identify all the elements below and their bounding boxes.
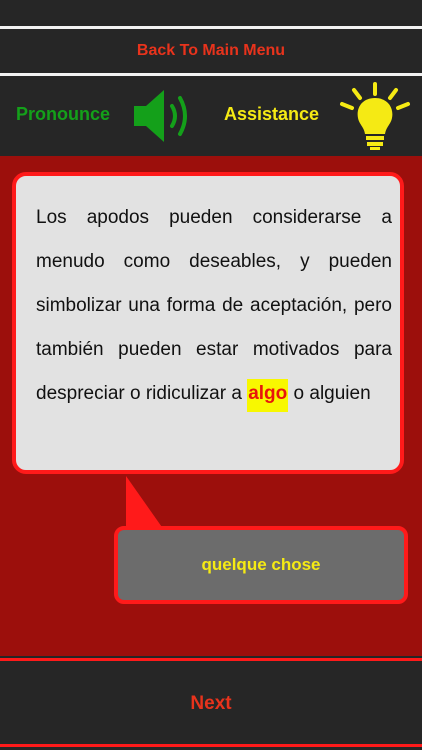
top-bar bbox=[0, 0, 422, 26]
lightbulb-icon[interactable] bbox=[338, 82, 412, 152]
translation-box: quelque chose bbox=[114, 526, 408, 604]
speaker-icon[interactable] bbox=[130, 84, 194, 148]
sentence-text: Los apodos pueden considerarse a menudo … bbox=[36, 196, 392, 416]
sentence-before: Los apodos pueden considerarse a menudo … bbox=[36, 207, 392, 404]
speech-tail bbox=[124, 476, 164, 530]
next-button[interactable]: Next bbox=[0, 664, 422, 744]
divider-next-top bbox=[0, 658, 422, 661]
pronounce-button[interactable]: Pronounce bbox=[16, 104, 110, 125]
divider-next-bottom bbox=[0, 744, 422, 747]
sentence-after: o alguien bbox=[288, 383, 371, 404]
assistance-button[interactable]: Assistance bbox=[224, 104, 319, 125]
highlighted-word[interactable]: algo bbox=[247, 379, 289, 412]
sentence-bubble: Los apodos pueden considerarse a menudo … bbox=[12, 172, 404, 474]
back-to-main-menu-button[interactable]: Back To Main Menu bbox=[0, 29, 422, 73]
